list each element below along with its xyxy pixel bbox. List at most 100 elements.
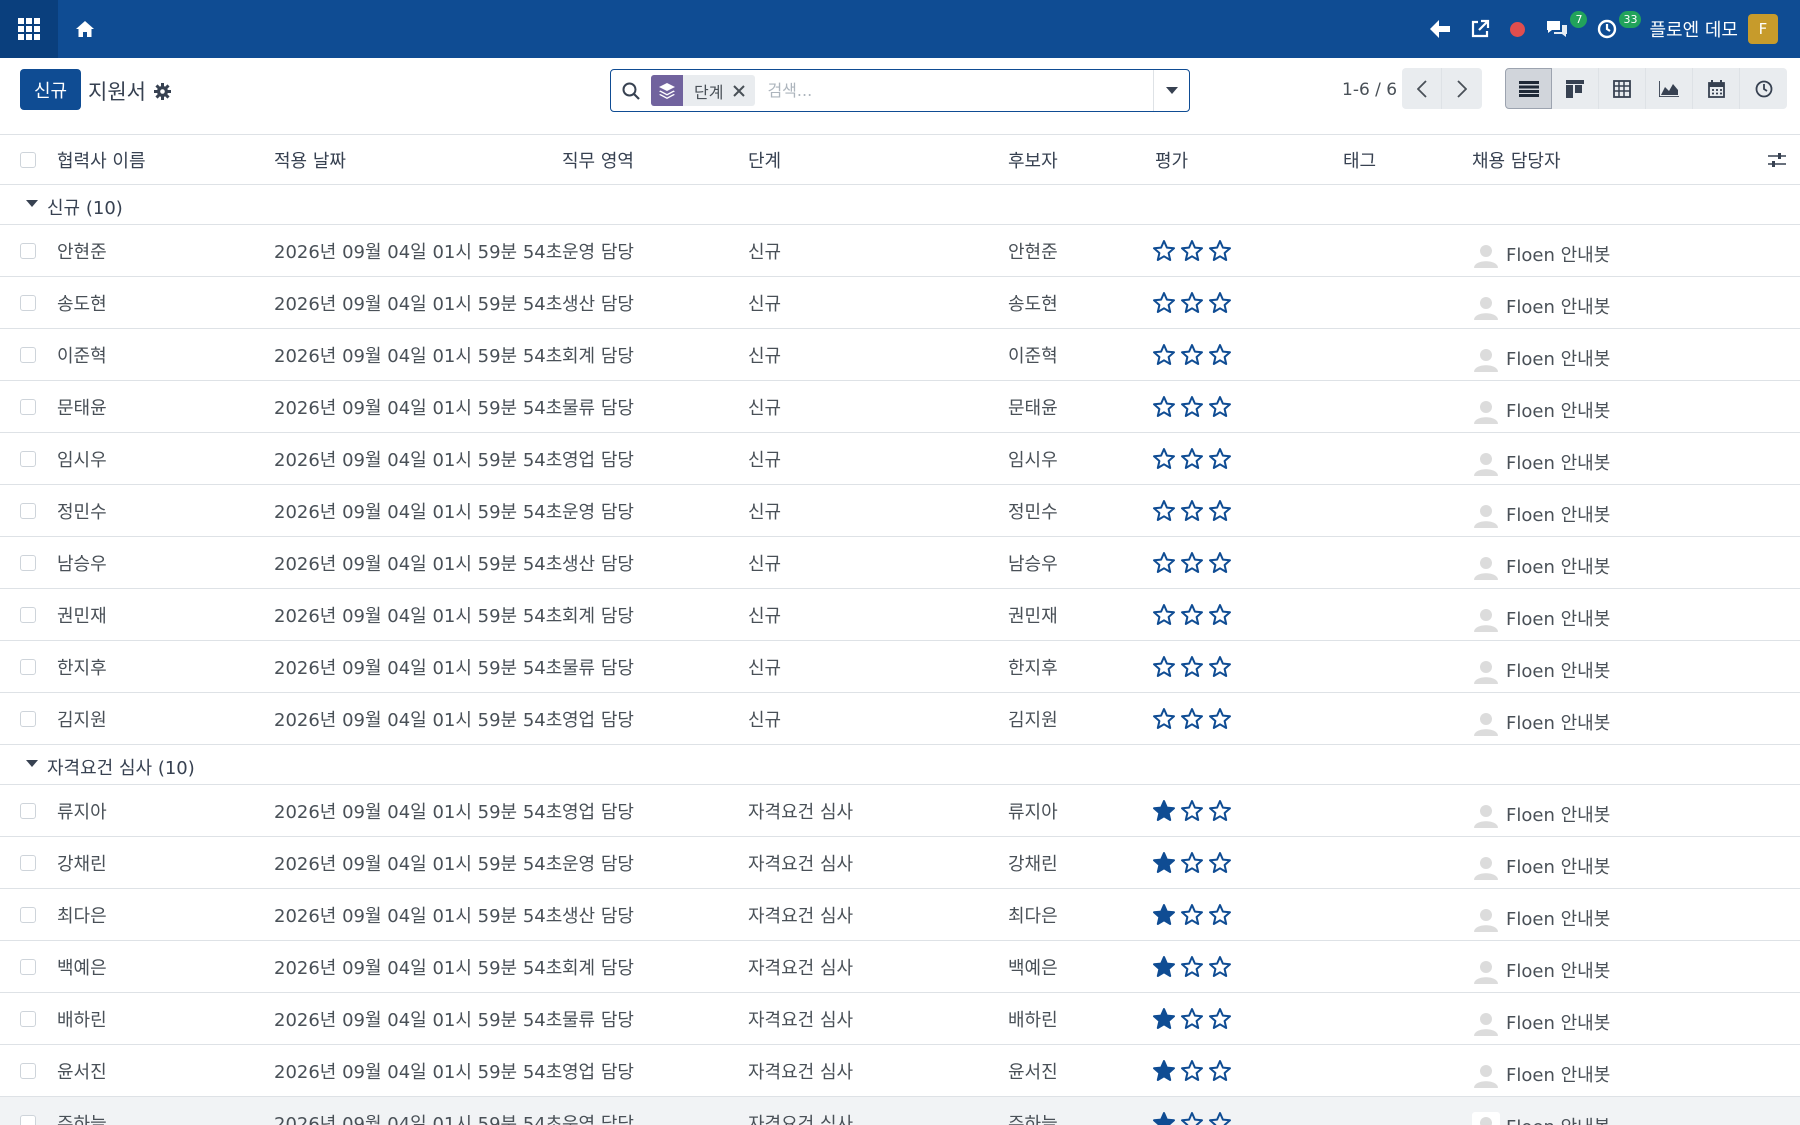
- star-icon[interactable]: [1208, 1007, 1232, 1031]
- rating-stars[interactable]: [1152, 941, 1232, 992]
- star-icon[interactable]: [1180, 395, 1204, 419]
- star-icon[interactable]: [1152, 903, 1176, 927]
- star-icon[interactable]: [1208, 499, 1232, 523]
- home-button[interactable]: [58, 0, 112, 58]
- row-checkbox[interactable]: [20, 837, 36, 888]
- messages-button[interactable]: 7: [1535, 0, 1588, 58]
- row-checkbox[interactable]: [20, 641, 36, 692]
- star-icon[interactable]: [1180, 603, 1204, 627]
- activity-view-button[interactable]: [1740, 68, 1787, 109]
- star-icon[interactable]: [1152, 707, 1176, 731]
- star-icon[interactable]: [1180, 1007, 1204, 1031]
- star-icon[interactable]: [1208, 799, 1232, 823]
- star-icon[interactable]: [1180, 291, 1204, 315]
- rating-stars[interactable]: [1152, 641, 1232, 692]
- table-row[interactable]: 최다은 2026년 09월 04일 01시 59분 54초 생산 담당 자격요건 심사…: [0, 889, 1800, 941]
- search-icon[interactable]: [611, 82, 651, 100]
- star-icon[interactable]: [1180, 903, 1204, 927]
- rating-stars[interactable]: [1152, 225, 1232, 276]
- rating-stars[interactable]: [1152, 589, 1232, 640]
- row-checkbox[interactable]: [20, 589, 36, 640]
- list-view-button[interactable]: [1505, 68, 1552, 109]
- row-checkbox[interactable]: [20, 485, 36, 536]
- table-row[interactable]: 주하늘 2026년 09월 04일 01시 59분 54초 운영 담당 자격요건 심사…: [0, 1097, 1800, 1125]
- star-icon[interactable]: [1208, 955, 1232, 979]
- star-icon[interactable]: [1208, 603, 1232, 627]
- back-button[interactable]: [1420, 0, 1460, 58]
- column-candidate[interactable]: 후보자: [1008, 135, 1058, 184]
- row-checkbox[interactable]: [20, 277, 36, 328]
- table-row[interactable]: 윤서진 2026년 09월 04일 01시 59분 54초 영업 담당 자격요건 심사…: [0, 1045, 1800, 1097]
- star-icon[interactable]: [1208, 1111, 1232, 1125]
- column-stage[interactable]: 단계: [748, 135, 781, 184]
- row-checkbox[interactable]: [20, 785, 36, 836]
- star-icon[interactable]: [1180, 499, 1204, 523]
- star-icon[interactable]: [1180, 707, 1204, 731]
- table-row[interactable]: 배하린 2026년 09월 04일 01시 59분 54초 물류 담당 자격요건 심사…: [0, 993, 1800, 1045]
- star-icon[interactable]: [1208, 903, 1232, 927]
- star-icon[interactable]: [1152, 395, 1176, 419]
- group-row[interactable]: 자격요건 심사 (10): [0, 745, 1800, 785]
- table-row[interactable]: 임시우 2026년 09월 04일 01시 59분 54초 영업 담당 신규 임시우 Fl…: [0, 433, 1800, 485]
- star-icon[interactable]: [1180, 955, 1204, 979]
- row-checkbox[interactable]: [20, 941, 36, 992]
- star-icon[interactable]: [1208, 395, 1232, 419]
- star-icon[interactable]: [1208, 291, 1232, 315]
- company-switcher[interactable]: 플로엔 데모: [1641, 16, 1748, 42]
- close-icon[interactable]: [733, 84, 755, 97]
- column-rating[interactable]: 평가: [1155, 135, 1188, 184]
- rating-stars[interactable]: [1152, 381, 1232, 432]
- row-checkbox[interactable]: [20, 381, 36, 432]
- activity-button[interactable]: 33: [1587, 0, 1642, 58]
- star-icon[interactable]: [1180, 799, 1204, 823]
- pivot-view-button[interactable]: [1599, 68, 1646, 109]
- pager-value[interactable]: 1-6 / 6: [1342, 80, 1397, 100]
- table-row[interactable]: 이준혁 2026년 09월 04일 01시 59분 54초 회계 담당 신규 이준혁 Fl…: [0, 329, 1800, 381]
- rating-stars[interactable]: [1152, 889, 1232, 940]
- table-row[interactable]: 류지아 2026년 09월 04일 01시 59분 54초 영업 담당 자격요건 심사…: [0, 785, 1800, 837]
- gear-icon[interactable]: [153, 82, 171, 100]
- rating-stars[interactable]: [1152, 485, 1232, 536]
- table-row[interactable]: 한지후 2026년 09월 04일 01시 59분 54초 물류 담당 신규 한지후 Fl…: [0, 641, 1800, 693]
- group-row[interactable]: 신규 (10): [0, 185, 1800, 225]
- row-checkbox[interactable]: [20, 433, 36, 484]
- table-row[interactable]: 안현준 2026년 09월 04일 01시 59분 54초 운영 담당 신규 안현준 Fl…: [0, 225, 1800, 277]
- star-icon[interactable]: [1152, 655, 1176, 679]
- row-checkbox[interactable]: [20, 225, 36, 276]
- new-button[interactable]: 신규: [20, 69, 82, 110]
- star-icon[interactable]: [1180, 239, 1204, 263]
- star-icon[interactable]: [1208, 1059, 1232, 1083]
- column-tags[interactable]: 태그: [1343, 135, 1376, 184]
- pager-previous-button[interactable]: [1402, 68, 1442, 109]
- star-icon[interactable]: [1152, 447, 1176, 471]
- user-avatar[interactable]: F: [1748, 14, 1778, 44]
- rating-stars[interactable]: [1152, 993, 1232, 1044]
- star-icon[interactable]: [1208, 447, 1232, 471]
- search-options-toggle[interactable]: [1153, 70, 1189, 111]
- row-checkbox[interactable]: [20, 693, 36, 744]
- row-checkbox[interactable]: [20, 537, 36, 588]
- star-icon[interactable]: [1208, 239, 1232, 263]
- star-icon[interactable]: [1180, 551, 1204, 575]
- star-icon[interactable]: [1152, 291, 1176, 315]
- star-icon[interactable]: [1180, 447, 1204, 471]
- graph-view-button[interactable]: [1646, 68, 1693, 109]
- star-icon[interactable]: [1152, 551, 1176, 575]
- star-icon[interactable]: [1152, 799, 1176, 823]
- star-icon[interactable]: [1180, 343, 1204, 367]
- column-applied-date[interactable]: 적용 날짜: [274, 135, 346, 184]
- row-checkbox[interactable]: [20, 993, 36, 1044]
- rating-stars[interactable]: [1152, 785, 1232, 836]
- table-row[interactable]: 백예은 2026년 09월 04일 01시 59분 54초 회계 담당 자격요건 심사…: [0, 941, 1800, 993]
- row-checkbox[interactable]: [20, 329, 36, 380]
- star-icon[interactable]: [1180, 1111, 1204, 1125]
- kanban-view-button[interactable]: [1552, 68, 1599, 109]
- row-checkbox[interactable]: [20, 889, 36, 940]
- star-icon[interactable]: [1152, 851, 1176, 875]
- rating-stars[interactable]: [1152, 693, 1232, 744]
- star-icon[interactable]: [1152, 1059, 1176, 1083]
- app-menu-button[interactable]: [0, 0, 58, 58]
- star-icon[interactable]: [1152, 343, 1176, 367]
- table-row[interactable]: 남승우 2026년 09월 04일 01시 59분 54초 생산 담당 신규 남승우 Fl…: [0, 537, 1800, 589]
- rating-stars[interactable]: [1152, 277, 1232, 328]
